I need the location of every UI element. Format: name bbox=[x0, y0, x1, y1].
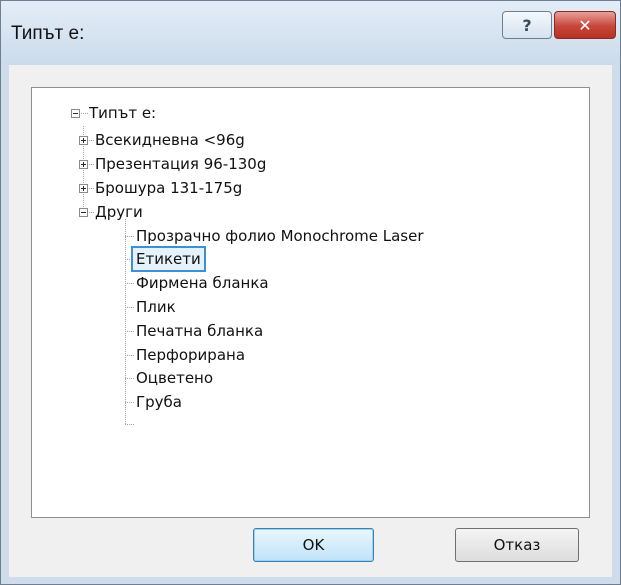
tree-item-letterhead[interactable]: Фирмена бланка bbox=[136, 272, 269, 294]
expand-icon[interactable] bbox=[79, 136, 88, 145]
tree-item-envelope[interactable]: Плик bbox=[136, 296, 176, 318]
title-bar[interactable]: Типът е: ? ✕ bbox=[1, 1, 620, 65]
tree-item-preprinted[interactable]: Печатна бланка bbox=[136, 320, 263, 342]
tree-item-brochure[interactable]: Брошура 131-175g bbox=[95, 177, 242, 199]
help-icon: ? bbox=[522, 15, 532, 35]
close-icon: ✕ bbox=[578, 15, 592, 35]
tree-item-labels-selected[interactable]: Етикети bbox=[131, 246, 206, 272]
window-title: Типът е: bbox=[11, 23, 85, 44]
tree-item-colored[interactable]: Оцветено bbox=[136, 367, 213, 389]
tree-item-presentation[interactable]: Презентация 96-130g bbox=[95, 153, 266, 175]
tree-root-label[interactable]: Типът е: bbox=[89, 102, 156, 124]
ok-button[interactable]: OK bbox=[253, 528, 374, 562]
expand-icon[interactable] bbox=[79, 160, 88, 169]
tree-item-prepunched[interactable]: Перфорирана bbox=[136, 344, 245, 366]
help-button[interactable]: ? bbox=[502, 11, 552, 39]
collapse-icon[interactable] bbox=[71, 109, 80, 118]
close-button[interactable]: ✕ bbox=[554, 11, 616, 39]
paper-type-tree[interactable]: Типът е: Всекидневна <96g Презентация 96… bbox=[31, 87, 590, 518]
tree-item-transparency[interactable]: Прозрачно фолио Monochrome Laser bbox=[136, 225, 424, 247]
tree-item-other[interactable]: Други bbox=[95, 201, 143, 223]
dialog-body: Типът е: Всекидневна <96g Презентация 96… bbox=[9, 65, 612, 577]
cancel-button[interactable]: Отказ bbox=[455, 528, 579, 562]
tree-item-everyday[interactable]: Всекидневна <96g bbox=[95, 129, 245, 151]
dialog-window: Типът е: ? ✕ Типът е: Всекидневна <96g П… bbox=[0, 0, 621, 585]
tree-item-rough[interactable]: Груба bbox=[136, 391, 182, 413]
expand-icon[interactable] bbox=[79, 184, 88, 193]
collapse-icon[interactable] bbox=[79, 208, 88, 217]
